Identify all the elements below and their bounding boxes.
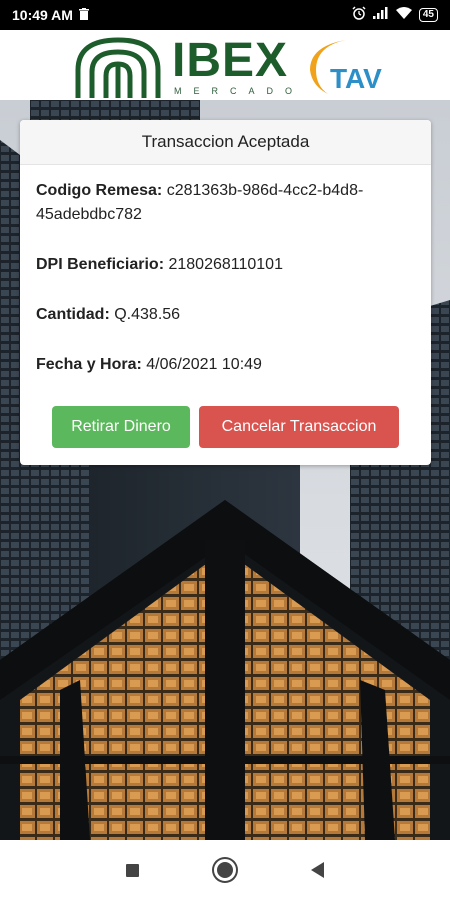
trash-icon xyxy=(78,7,89,23)
battery-icon: 45 xyxy=(418,8,438,22)
back-icon[interactable] xyxy=(311,862,324,878)
withdraw-money-button[interactable]: Retirar Dinero xyxy=(52,406,190,448)
alarm-icon xyxy=(352,5,366,25)
app-header: IBEX MERCADO TAV xyxy=(0,30,450,100)
transaction-card: Transaccion Aceptada Codigo Remesa: c281… xyxy=(20,120,431,465)
field-label: Fecha y Hora: xyxy=(36,356,142,373)
brand-subtitle: MERCADO xyxy=(174,86,305,96)
ibex-logo-icon xyxy=(68,32,168,105)
beneficiary-dpi-row: DPI Beneficiario: 2180268110101 xyxy=(36,253,415,277)
card-title: Transaccion Aceptada xyxy=(20,120,431,165)
wifi-icon xyxy=(395,6,412,24)
field-label: Cantidad: xyxy=(36,306,110,323)
brand-logo-text: IBEX xyxy=(172,34,289,87)
field-label: Codigo Remesa: xyxy=(36,182,163,199)
remittance-code-row: Codigo Remesa: c281363b-986d-4cc2-b4d8-4… xyxy=(36,179,415,227)
clock: 10:49 AM xyxy=(12,7,73,23)
field-label: DPI Beneficiario: xyxy=(36,256,165,273)
cancel-transaction-button[interactable]: Cancelar Transaccion xyxy=(199,406,399,448)
recent-apps-icon[interactable] xyxy=(126,863,139,877)
field-value: 4/06/2021 10:49 xyxy=(146,356,262,373)
status-bar: 10:49 AM 45 xyxy=(0,0,450,30)
partner-logo-text: TAV xyxy=(330,63,382,94)
home-icon[interactable] xyxy=(214,859,236,881)
navigation-bar xyxy=(0,840,450,900)
datetime-row: Fecha y Hora: 4/06/2021 10:49 xyxy=(36,353,415,377)
field-value: 2180268110101 xyxy=(168,256,283,273)
signal-icon xyxy=(372,6,389,24)
field-value: Q.438.56 xyxy=(114,306,181,323)
amount-row: Cantidad: Q.438.56 xyxy=(36,303,415,327)
